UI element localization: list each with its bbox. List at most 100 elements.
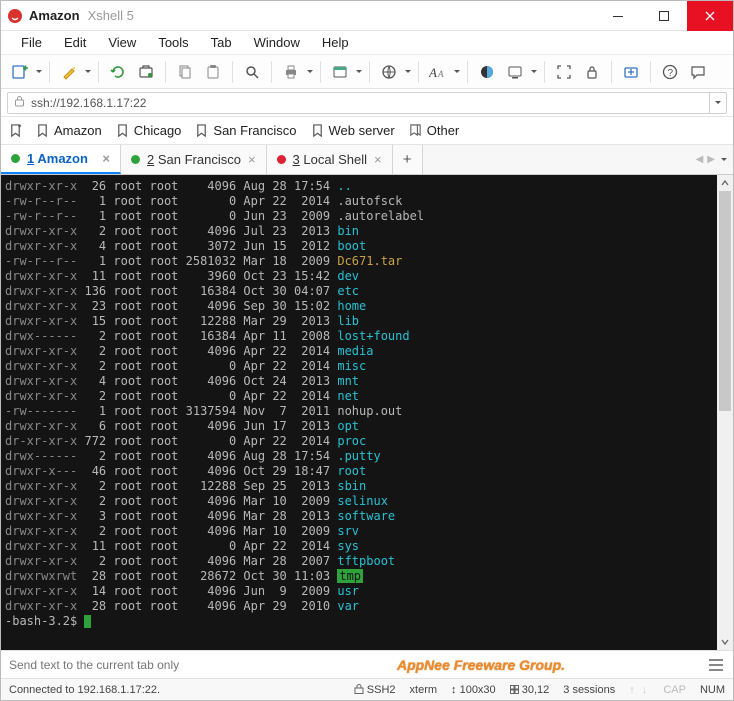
bookmark-sanfrancisco[interactable]: San Francisco [195, 123, 296, 138]
menu-help[interactable]: Help [312, 33, 359, 52]
status-dot-icon [277, 155, 286, 164]
copy-button[interactable] [172, 59, 198, 85]
window-subtitle: Xshell 5 [88, 8, 134, 23]
font-dropdown[interactable] [453, 67, 461, 76]
reconnect-button[interactable] [105, 59, 131, 85]
paste-button[interactable] [200, 59, 226, 85]
bookmark-other[interactable]: Other [409, 123, 460, 138]
bookmark-label: San Francisco [213, 123, 296, 138]
menubar: File Edit View Tools Tab Window Help [1, 31, 733, 55]
compose-bar: AppNee Freeware Group. [1, 650, 733, 678]
maximize-button[interactable] [641, 6, 687, 26]
xftp-button[interactable] [618, 59, 644, 85]
tab-close-icon[interactable]: × [248, 152, 256, 167]
address-dropdown[interactable] [709, 92, 727, 114]
app-icon [7, 8, 23, 24]
print-dropdown[interactable] [306, 67, 314, 76]
help-button[interactable]: ? [657, 59, 683, 85]
scroll-track[interactable] [717, 191, 733, 634]
feedback-button[interactable] [685, 59, 711, 85]
svg-text:?: ? [668, 68, 674, 79]
scroll-thumb[interactable] [719, 191, 731, 411]
status-sessions: 3 sessions [563, 684, 615, 696]
add-bookmark-button[interactable] [9, 124, 22, 137]
tab-amazon[interactable]: 1 Amazon × [1, 145, 121, 174]
terminal-type-button[interactable] [502, 59, 528, 85]
encoding-dropdown[interactable] [404, 67, 412, 76]
highlight-dropdown[interactable] [84, 67, 92, 76]
new-session-dropdown[interactable] [35, 67, 43, 76]
encoding-button[interactable] [376, 59, 402, 85]
disconnect-button[interactable] [133, 59, 159, 85]
bookmark-chicago[interactable]: Chicago [116, 123, 182, 138]
status-cursor-pos: 30,12 [510, 684, 550, 696]
tab-number: 2 [147, 152, 154, 167]
tab-close-icon[interactable]: × [374, 152, 382, 167]
font-button[interactable]: AA [425, 59, 451, 85]
toolbar: AA ? [1, 55, 733, 89]
terminal-output[interactable]: drwxr-xr-x 26 root root 4096 Aug 28 17:5… [1, 175, 717, 650]
bookmark-label: Web server [329, 123, 395, 138]
color-scheme-button[interactable] [474, 59, 500, 85]
tab-close-icon[interactable]: × [102, 151, 110, 166]
minimize-button[interactable] [595, 6, 641, 26]
bookmark-label: Amazon [54, 123, 102, 138]
status-dot-icon [11, 154, 20, 163]
titlebar: Amazon Xshell 5 [1, 1, 733, 31]
bookmark-amazon[interactable]: Amazon [36, 123, 102, 138]
options-button[interactable] [705, 654, 727, 676]
properties-button[interactable] [327, 59, 353, 85]
menu-file[interactable]: File [11, 33, 52, 52]
bookmark-webserver[interactable]: Web server [311, 123, 395, 138]
tab-next-button[interactable]: ▶ [707, 154, 715, 165]
tab-localshell[interactable]: 3 Local Shell × [267, 145, 393, 174]
window-title: Amazon [29, 8, 80, 23]
bookmark-label: Chicago [134, 123, 182, 138]
tab-number: 3 [293, 152, 300, 167]
print-button[interactable] [278, 59, 304, 85]
tab-label: Local Shell [303, 152, 367, 167]
watermark-text: AppNee Freeware Group. [265, 657, 697, 673]
menu-edit[interactable]: Edit [54, 33, 96, 52]
status-bar: Connected to 192.168.1.17:22. SSH2 xterm… [1, 678, 733, 700]
tab-label: Amazon [37, 151, 88, 166]
svg-text:A: A [437, 69, 444, 79]
address-bar: ssh://192.168.1.17:22 [1, 89, 733, 117]
tab-row: 1 Amazon × 2 San Francisco × 3 Local She… [1, 145, 733, 175]
status-dot-icon [131, 155, 140, 164]
address-input[interactable]: ssh://192.168.1.17:22 [7, 92, 710, 114]
tab-number: 1 [27, 151, 34, 166]
lock-button[interactable] [579, 59, 605, 85]
tab-label: San Francisco [158, 152, 241, 167]
terminal-type-dropdown[interactable] [530, 67, 538, 76]
svg-text:A: A [429, 65, 437, 80]
menu-window[interactable]: Window [244, 33, 310, 52]
tab-sanfrancisco[interactable]: 2 San Francisco × [121, 145, 267, 174]
tab-list-dropdown[interactable] [719, 153, 727, 167]
status-size: ↕ 100x30 [451, 684, 496, 696]
new-tab-button[interactable]: + [393, 145, 423, 174]
status-protocol: SSH2 [354, 684, 396, 696]
compose-input[interactable] [7, 657, 257, 673]
status-termtype: xterm [410, 684, 438, 696]
status-num: NUM [700, 684, 725, 696]
tab-nav: ◀ ▶ [690, 145, 733, 174]
bookmark-bar: Amazon Chicago San Francisco Web server … [1, 117, 733, 145]
scroll-down-button[interactable] [717, 634, 733, 650]
highlight-button[interactable] [56, 59, 82, 85]
menu-tab[interactable]: Tab [201, 33, 242, 52]
find-button[interactable] [239, 59, 265, 85]
status-cap: CAP [663, 684, 686, 696]
fullscreen-button[interactable] [551, 59, 577, 85]
menu-tools[interactable]: Tools [148, 33, 198, 52]
menu-view[interactable]: View [98, 33, 146, 52]
scrollbar[interactable] [717, 175, 733, 650]
tab-prev-button[interactable]: ◀ [696, 154, 704, 165]
properties-dropdown[interactable] [355, 67, 363, 76]
close-button[interactable] [687, 1, 733, 31]
new-session-button[interactable] [7, 59, 33, 85]
scroll-up-button[interactable] [717, 175, 733, 191]
status-connected: Connected to 192.168.1.17:22. [9, 684, 160, 696]
address-value: ssh://192.168.1.17:22 [31, 96, 146, 110]
status-transfer-icon: ↑ ↓ [629, 684, 649, 696]
